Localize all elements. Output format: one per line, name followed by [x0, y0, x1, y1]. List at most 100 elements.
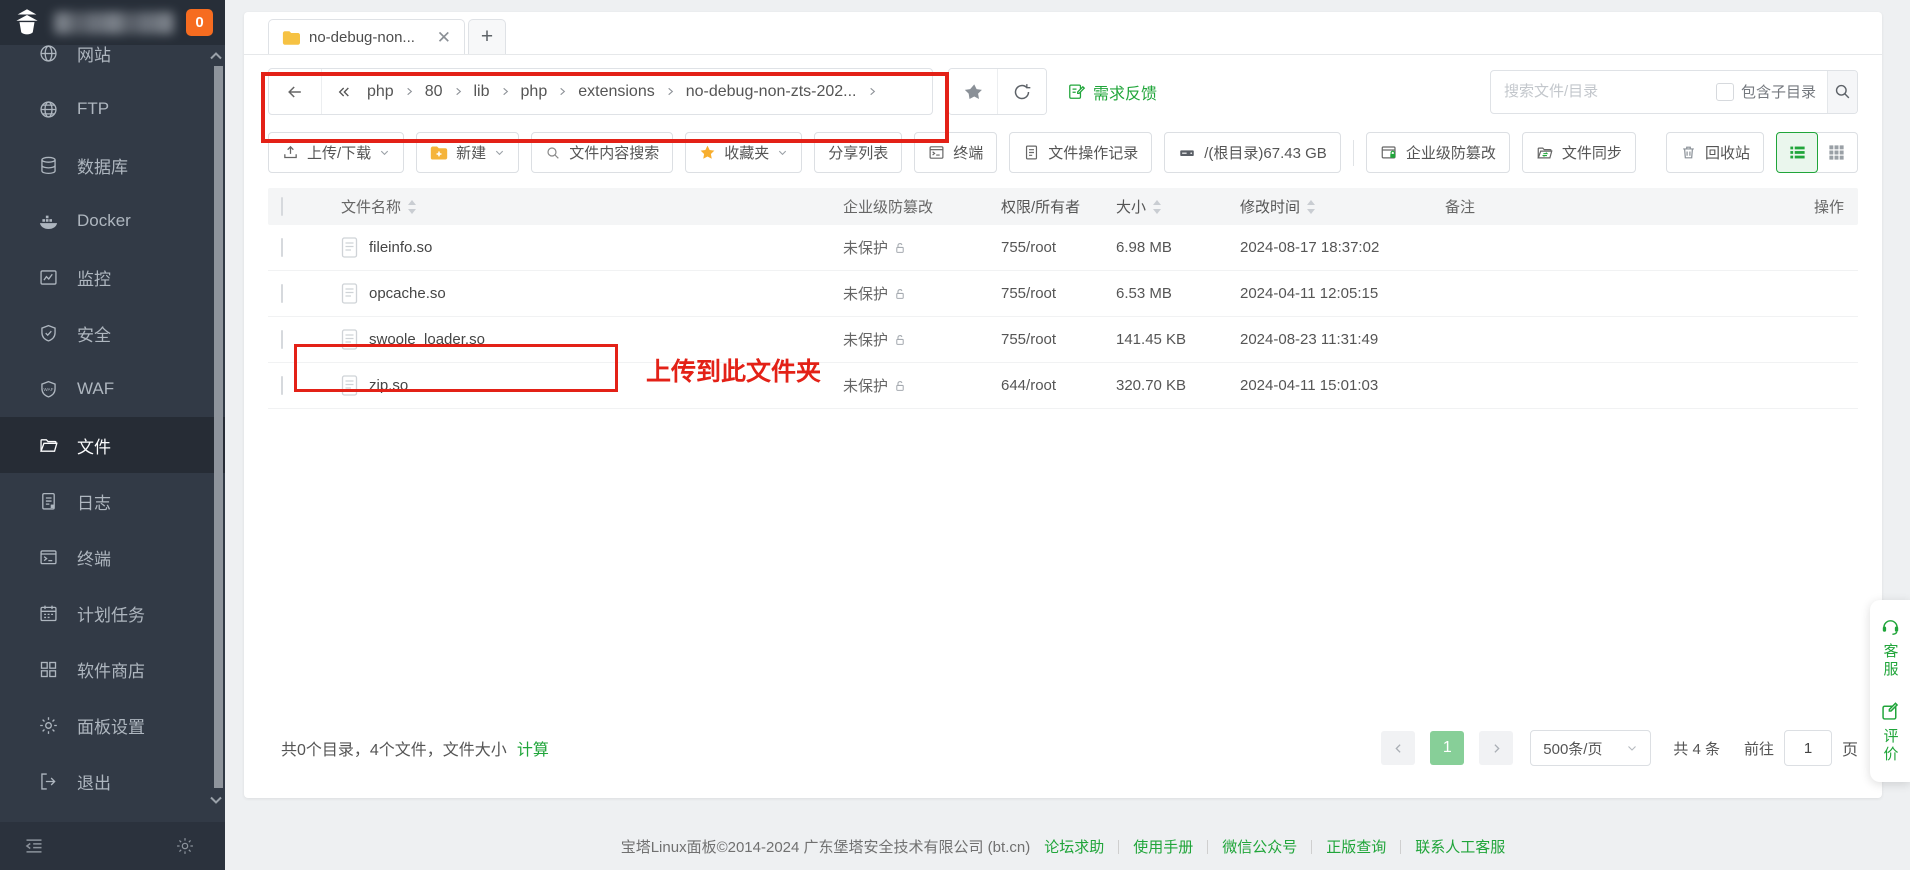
collapse-sidebar-icon[interactable] [24, 836, 44, 856]
sort-by-size[interactable]: 大小 [1116, 196, 1162, 217]
sort-by-name[interactable]: 文件名称 [341, 196, 417, 217]
footer-link-forum[interactable]: 论坛求助 [1044, 836, 1104, 857]
sidebar-item-website[interactable]: 网站 [0, 45, 225, 81]
footer-link-manual[interactable]: 使用手册 [1133, 836, 1193, 857]
chevron-right-icon [665, 86, 676, 97]
sidebar-item-docker[interactable]: Docker [0, 193, 225, 249]
goto-label: 前往 [1744, 738, 1774, 759]
search-input[interactable] [1491, 83, 1716, 100]
breadcrumb-segment[interactable]: php [514, 83, 555, 101]
table-row[interactable]: opcache.so 未保护 755/root 6.53 MB 2024-04-… [268, 271, 1858, 317]
feedback-link[interactable]: 需求反馈 [1067, 80, 1157, 104]
recycle-bin-button[interactable]: 回收站 [1666, 132, 1764, 173]
sidebar-scrollbar-thumb[interactable] [214, 66, 223, 788]
grid-view-button[interactable] [1816, 132, 1858, 173]
tamper-proof-button[interactable]: 企业级防篡改 [1366, 132, 1510, 173]
file-name[interactable]: opcache.so [369, 285, 446, 302]
next-page-button[interactable] [1479, 731, 1513, 765]
review-label: 评价 [1880, 728, 1901, 764]
scroll-down-icon[interactable] [209, 794, 223, 806]
table-row[interactable]: zip.so 未保护 644/root 320.70 KB 2024-04-11… [268, 363, 1858, 409]
sidebar-item-monitor[interactable]: 监控 [0, 249, 225, 305]
sidebar-item-label: 软件商店 [77, 657, 145, 682]
footer-link-support[interactable]: 联系人工客服 [1415, 836, 1505, 857]
select-all-checkbox[interactable] [281, 197, 283, 216]
row-checkbox[interactable] [281, 284, 283, 303]
sidebar-item-security[interactable]: 安全 [0, 305, 225, 361]
sidebar-item-files[interactable]: 文件 [0, 417, 225, 473]
sidebar-item-label: Docker [77, 211, 131, 231]
collapse-path-button[interactable] [322, 84, 360, 100]
review-button[interactable]: 评价 [1880, 701, 1901, 764]
bt-panel-file-manager: 0 网站 FTP 数据库 Docker 监控 [0, 0, 1910, 870]
sidebar-footer [0, 822, 225, 870]
sidebar-item-settings[interactable]: 面板设置 [0, 697, 225, 753]
sidebar-item-label: FTP [77, 99, 109, 119]
include-subdir-checkbox[interactable] [1716, 83, 1734, 101]
server-name-blurred [54, 12, 174, 34]
row-checkbox[interactable] [281, 376, 283, 395]
content-search-button[interactable]: 文件内容搜索 [531, 132, 673, 173]
search-button[interactable] [1827, 71, 1857, 113]
table-row[interactable]: fileinfo.so 未保护 755/root 6.98 MB 2024-08… [268, 225, 1858, 271]
breadcrumb-segment[interactable]: 80 [418, 83, 450, 101]
goto-page-input[interactable] [1784, 730, 1832, 766]
new-button[interactable]: 新建 [416, 132, 519, 173]
file-sync-button[interactable]: 文件同步 [1522, 132, 1636, 173]
page-size-select[interactable]: 500条/页 [1530, 730, 1651, 766]
row-checkbox[interactable] [281, 330, 283, 349]
favorites-button[interactable]: 收藏夹 [685, 132, 802, 173]
customer-service-button[interactable]: 客服 [1880, 616, 1901, 679]
table-row-swoole-loader[interactable]: swoole_loader.so 未保护 755/root 141.45 KB … [268, 317, 1858, 363]
add-tab-button[interactable]: + [468, 19, 506, 54]
column-header: 权限/所有者 [1001, 199, 1080, 216]
file-name[interactable]: swoole_loader.so [369, 331, 485, 348]
sidebar-item-label: 日志 [77, 489, 111, 514]
file-search-box: 包含子目录 [1490, 70, 1858, 114]
row-checkbox[interactable] [281, 238, 283, 257]
file-name[interactable]: zip.so [369, 377, 408, 394]
list-view-button[interactable] [1776, 132, 1818, 173]
share-list-button[interactable]: 分享列表 [814, 132, 902, 173]
sidebar-item-appstore[interactable]: 软件商店 [0, 641, 225, 697]
chevrons-left-icon [336, 84, 352, 100]
back-button[interactable] [269, 69, 322, 114]
favorite-path-button[interactable] [949, 69, 997, 114]
include-subdir-label: 包含子目录 [1741, 81, 1816, 102]
globe-grid-icon [38, 99, 59, 120]
upload-download-button[interactable]: 上传/下载 [268, 132, 404, 173]
gear-icon[interactable] [175, 836, 195, 856]
sidebar-item-waf[interactable]: WAF WAF [0, 361, 225, 417]
breadcrumb-segment[interactable]: extensions [571, 83, 662, 101]
sidebar-item-terminal[interactable]: 终端 [0, 529, 225, 585]
footer-link-wechat[interactable]: 微信公众号 [1222, 836, 1297, 857]
sidebar-item-database[interactable]: 数据库 [0, 137, 225, 193]
calendar-icon [38, 603, 59, 624]
chevron-down-icon [1626, 742, 1638, 754]
close-icon[interactable]: ✕ [437, 29, 451, 46]
monitor-icon [38, 267, 59, 288]
refresh-button[interactable] [997, 69, 1046, 114]
file-operations-log-button[interactable]: 文件操作记录 [1009, 132, 1152, 173]
sidebar-item-logout[interactable]: 退出 [0, 753, 225, 809]
breadcrumb-segment[interactable]: php [360, 83, 401, 101]
docker-icon [38, 211, 59, 232]
breadcrumb-segment[interactable]: lib [467, 83, 497, 101]
sidebar-item-ftp[interactable]: FTP [0, 81, 225, 137]
breadcrumb-segment[interactable]: no-debug-non-zts-202... [679, 83, 864, 101]
current-page-button[interactable]: 1 [1430, 731, 1464, 765]
sort-by-mtime[interactable]: 修改时间 [1240, 196, 1316, 217]
chevron-right-icon [500, 86, 511, 97]
sort-icon [1152, 200, 1162, 214]
file-name[interactable]: fileinfo.so [369, 239, 432, 256]
terminal-button[interactable]: 终端 [914, 132, 997, 173]
footer-link-genuine[interactable]: 正版查询 [1326, 836, 1386, 857]
sidebar-item-logs[interactable]: 日志 [0, 473, 225, 529]
tab-directory[interactable]: no-debug-non... ✕ [268, 19, 465, 54]
disk-usage-button[interactable]: /(根目录)67.43 GB [1164, 132, 1341, 173]
sidebar-item-cron[interactable]: 计划任务 [0, 585, 225, 641]
scroll-up-icon[interactable] [209, 50, 223, 62]
calculate-size-link[interactable]: 计算 [517, 736, 549, 760]
prev-page-button[interactable] [1381, 731, 1415, 765]
file-manager-card: no-debug-non... ✕ + php 80 lib php [244, 12, 1882, 798]
